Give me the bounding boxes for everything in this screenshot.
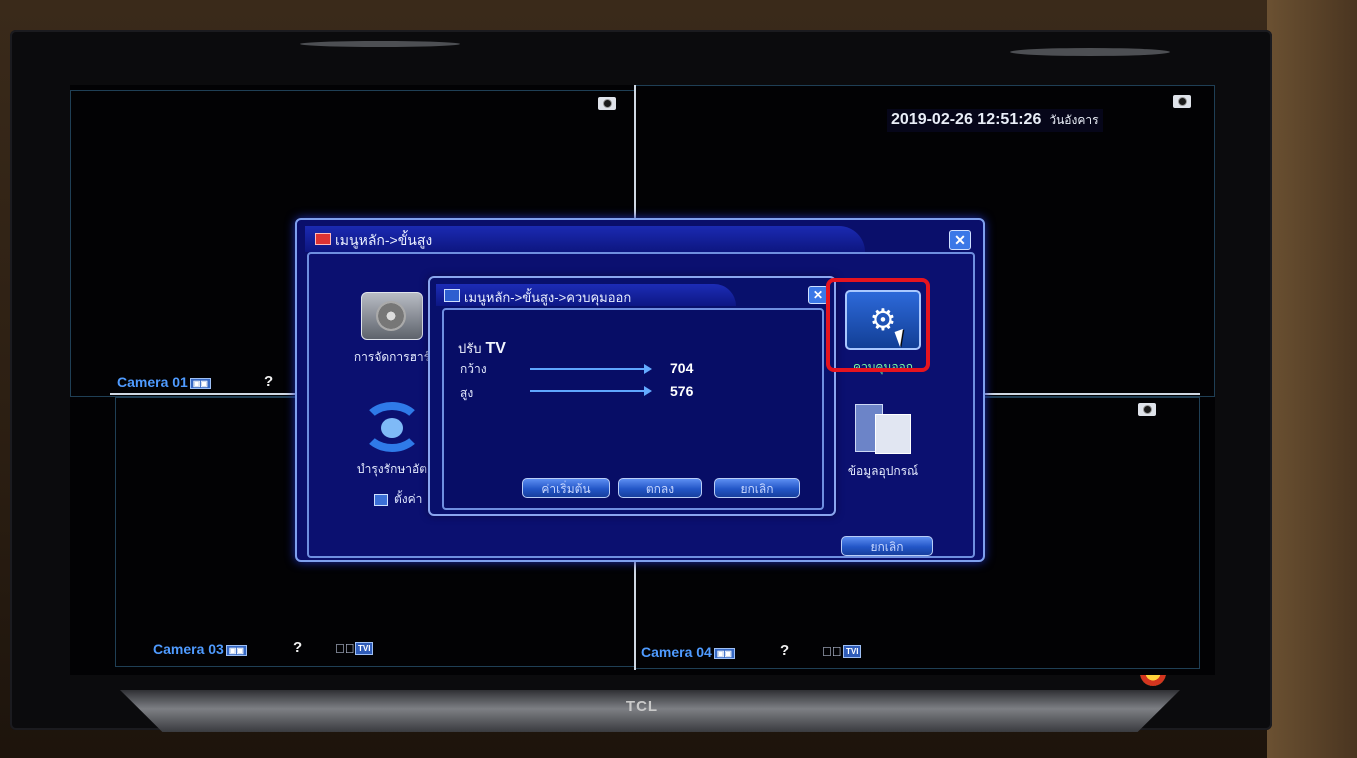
screen-glare [1010, 48, 1170, 56]
selection-highlight [826, 278, 930, 372]
hdd-icon [361, 292, 423, 340]
tvi-badge: TVI [355, 642, 374, 655]
help-icon[interactable]: ? [264, 373, 273, 390]
cancel-button[interactable]: ยกเลิก [714, 478, 800, 498]
snapshot-camera-icon[interactable] [1173, 95, 1191, 108]
output-control-body: ปรับ TV กว้าง 704 สูง 576 ค่าเริ่มต้น ตกล… [442, 308, 824, 510]
screen-glare [300, 41, 460, 47]
camera-label-04: Camera 04 ▣▣ [641, 644, 735, 660]
datetime-overlay: 2019-02-26 12:51:26 วันอังคาร [887, 109, 1103, 132]
device-icon [853, 400, 913, 454]
snapshot-camera-icon[interactable] [598, 97, 616, 110]
menu-icon [315, 233, 331, 245]
audio-icon[interactable]: ◀ﾞ [335, 641, 355, 656]
camera-name: Camera 03 [153, 641, 224, 657]
menu-item-label: การจัดการฮาร์ [353, 350, 431, 364]
camera-label-01: Camera 01 ▣▣ [117, 374, 211, 390]
datetime-value: 2019-02-26 12:51:26 [891, 111, 1042, 128]
wall-panel [1267, 0, 1357, 758]
cancel-button[interactable]: ยกเลิก [841, 536, 933, 556]
height-slider[interactable] [530, 386, 652, 396]
width-slider[interactable] [530, 364, 652, 374]
output-control-window: เมนูหลัก->ขั้นสูง->ควบคุมออก ✕ ปรับ TV กว… [428, 276, 836, 516]
height-label: สูง [460, 386, 474, 400]
menu-item-device-info[interactable]: ข้อมูลอุปกรณ์ [833, 400, 933, 481]
help-icon[interactable]: ? [293, 639, 302, 656]
audio-icon[interactable]: ◀ﾞ [822, 644, 842, 659]
menu-item-label: บำรุงรักษาอัต [356, 462, 428, 476]
camera-name: Camera 04 [641, 644, 712, 660]
width-label: กว้าง [460, 362, 487, 376]
camera-name: Camera 01 [117, 374, 188, 390]
output-control-titlebar: เมนูหลัก->ขั้นสูง->ควบคุมออก [436, 284, 736, 306]
record-icon: ▣▣ [189, 377, 211, 389]
settings-link[interactable]: ตั้งค่า [374, 490, 422, 509]
close-button[interactable]: ✕ [949, 230, 971, 250]
help-icon[interactable]: ? [780, 642, 789, 659]
advanced-menu-title: เมนูหลัก->ขั้นสูง [335, 232, 433, 248]
camera-icon [444, 289, 460, 302]
advanced-menu-titlebar: เมนูหลัก->ขั้นสูง [305, 226, 865, 252]
snapshot-camera-icon[interactable] [1138, 403, 1156, 416]
tv-brand-logo: TCL [625, 698, 659, 715]
heading-target: TV [485, 340, 506, 357]
ok-button[interactable]: ตกลง [618, 478, 702, 498]
weekday-label: วันอังคาร [1049, 113, 1099, 127]
camera-settings-icon [374, 493, 388, 506]
camera-label-03: Camera 03 ▣▣ [153, 641, 247, 657]
slider-handle[interactable] [644, 386, 652, 396]
default-button[interactable]: ค่าเริ่มต้น [522, 478, 610, 498]
height-value: 576 [670, 383, 694, 399]
output-control-title: เมนูหลัก->ขั้นสูง->ควบคุมออก [464, 290, 632, 305]
settings-label: ตั้งค่า [394, 492, 423, 506]
output-target-heading: ปรับ TV [458, 338, 506, 359]
heading-prefix: ปรับ [458, 341, 482, 356]
menu-item-label: ข้อมูลอุปกรณ์ [847, 464, 919, 478]
record-icon: ▣▣ [713, 647, 735, 659]
close-button[interactable]: ✕ [808, 286, 828, 304]
sync-icon [361, 402, 423, 452]
tvi-badge: TVI [843, 645, 862, 658]
width-value: 704 [670, 360, 694, 376]
slider-handle[interactable] [644, 364, 652, 374]
record-icon: ▣▣ [225, 644, 247, 656]
